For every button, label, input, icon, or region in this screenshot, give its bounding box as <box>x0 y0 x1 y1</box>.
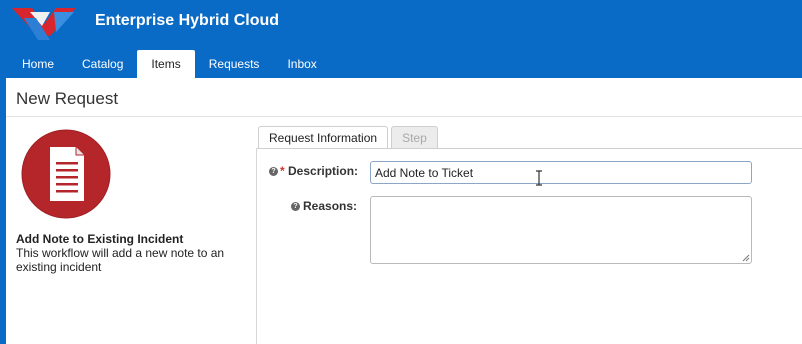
description-label: * Description: <box>280 164 358 178</box>
resize-handle-icon[interactable] <box>742 254 750 262</box>
company-logo-icon <box>12 8 76 40</box>
tab-items[interactable]: Items <box>137 50 195 78</box>
description-input[interactable] <box>370 161 752 184</box>
catalog-item-description: This workflow will add a new note to an … <box>16 246 225 274</box>
column-divider <box>256 148 257 344</box>
left-border <box>0 78 6 344</box>
document-icon <box>21 129 111 219</box>
tab-home[interactable]: Home <box>8 50 68 78</box>
description-help-icon[interactable]: ? <box>269 167 278 176</box>
text-cursor-icon <box>536 170 542 186</box>
reasons-label: Reasons: <box>303 199 358 213</box>
tab-step[interactable]: Step <box>391 126 438 149</box>
page-title: New Request <box>16 89 119 108</box>
reasons-textarea[interactable] <box>370 196 752 264</box>
reasons-help-icon[interactable]: ? <box>291 202 300 211</box>
app-title: Enterprise Hybrid Cloud <box>95 12 280 29</box>
tab-requests[interactable]: Requests <box>195 50 274 78</box>
tab-request-information[interactable]: Request Information <box>258 126 389 149</box>
tab-catalog[interactable]: Catalog <box>68 50 137 78</box>
description-label-text: Description: <box>288 164 359 178</box>
title-divider <box>6 116 802 117</box>
form-tab-divider <box>256 148 802 149</box>
main-nav: Home Catalog Items Requests Inbox <box>8 50 331 78</box>
form-tabs: Request Information Step <box>258 126 441 149</box>
app-header: Enterprise Hybrid Cloud Home Catalog Ite… <box>0 0 802 78</box>
tab-inbox[interactable]: Inbox <box>273 50 330 78</box>
catalog-item-name: Add Note to Existing Incident <box>16 232 184 246</box>
required-marker: * <box>280 164 285 178</box>
